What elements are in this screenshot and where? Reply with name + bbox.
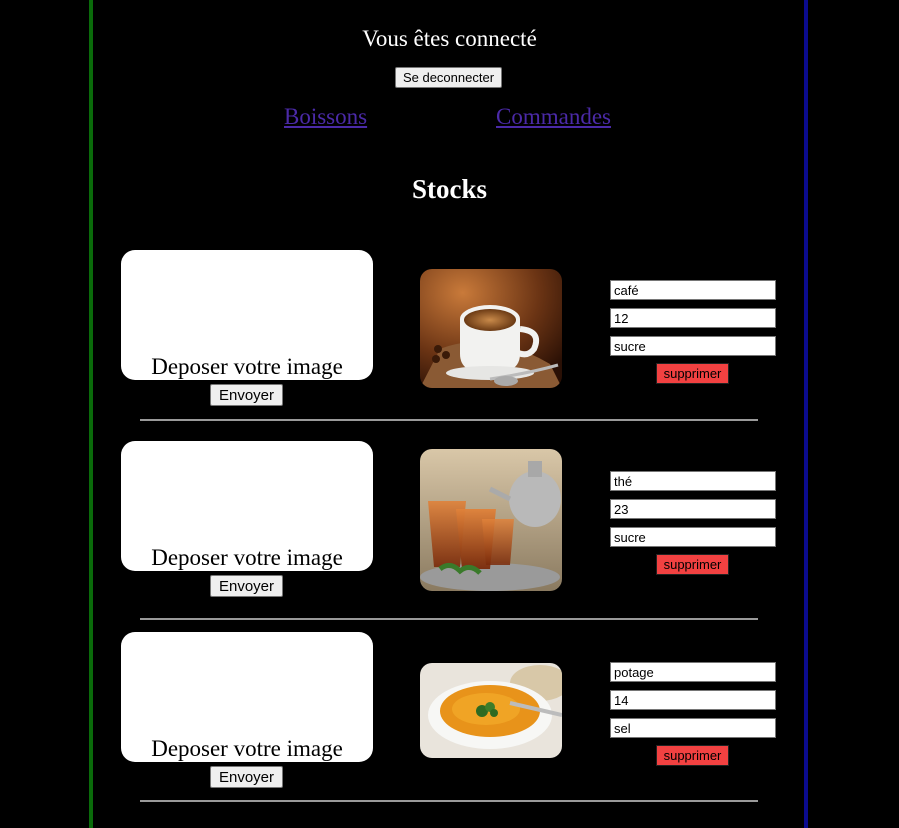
mint-tea-image bbox=[420, 449, 562, 591]
delete-button[interactable]: supprimer bbox=[656, 554, 729, 575]
stock-row-potage: Deposer votre image Envoyer supprimer bbox=[0, 632, 899, 812]
logout-button[interactable]: Se deconnecter bbox=[395, 67, 502, 88]
drop-zone-label: Deposer votre image bbox=[151, 545, 343, 570]
item-quantity-field[interactable] bbox=[610, 308, 776, 328]
row-separator bbox=[140, 800, 758, 802]
drop-zone-label: Deposer votre image bbox=[151, 354, 343, 379]
item-quantity-field[interactable] bbox=[610, 690, 776, 710]
delete-button[interactable]: supprimer bbox=[656, 745, 729, 766]
image-drop-zone[interactable]: Deposer votre image bbox=[121, 250, 373, 380]
item-quantity-field[interactable] bbox=[610, 499, 776, 519]
nav-link-commandes[interactable]: Commandes bbox=[496, 104, 611, 130]
coffee-cup-image bbox=[420, 269, 562, 388]
item-name-field[interactable] bbox=[610, 471, 776, 491]
item-ingredient-field[interactable] bbox=[610, 336, 776, 356]
send-image-button[interactable]: Envoyer bbox=[210, 384, 283, 406]
nav-link-boissons[interactable]: Boissons bbox=[284, 104, 367, 130]
page-title: Stocks bbox=[411, 174, 487, 204]
item-ingredient-field[interactable] bbox=[610, 718, 776, 738]
send-image-button[interactable]: Envoyer bbox=[210, 766, 283, 788]
soup-bowl-image bbox=[420, 663, 562, 758]
send-image-button[interactable]: Envoyer bbox=[210, 575, 283, 597]
stock-row-the: Deposer votre image Envoyer thé 23 sucre… bbox=[0, 441, 899, 621]
login-status-text: Vous êtes connecté bbox=[362, 26, 537, 51]
item-ingredient-field[interactable] bbox=[610, 527, 776, 547]
row-separator bbox=[140, 618, 758, 620]
item-name-field[interactable] bbox=[610, 280, 776, 300]
delete-button[interactable]: supprimer bbox=[656, 363, 729, 384]
image-drop-zone[interactable]: Deposer votre image bbox=[121, 632, 373, 762]
item-name-field[interactable] bbox=[610, 662, 776, 682]
stock-row-cafe: Deposer votre image Envoyer café 12 sucr… bbox=[0, 250, 899, 430]
drop-zone-label: Deposer votre image bbox=[151, 736, 343, 761]
row-separator bbox=[140, 419, 758, 421]
image-drop-zone[interactable]: Deposer votre image bbox=[121, 441, 373, 571]
